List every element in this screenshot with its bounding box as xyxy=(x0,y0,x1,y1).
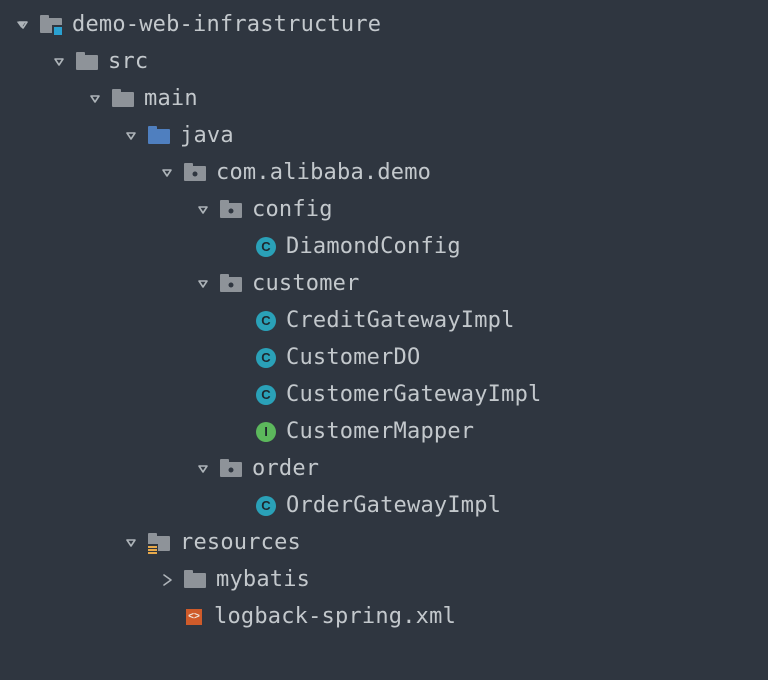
tree-row-class[interactable]: C CustomerGatewayImpl xyxy=(0,376,768,413)
tree-label: resources xyxy=(180,530,301,555)
tree-row-interface[interactable]: I CustomerMapper xyxy=(0,413,768,450)
tree-label: logback-spring.xml xyxy=(214,604,456,629)
chevron-right-icon[interactable] xyxy=(156,569,178,591)
class-icon: C xyxy=(256,237,276,257)
chevron-down-icon[interactable] xyxy=(12,14,34,36)
tree-label: CreditGatewayImpl xyxy=(286,308,515,333)
tree-label: mybatis xyxy=(216,567,310,592)
tree-row-mybatis[interactable]: mybatis xyxy=(0,561,768,598)
tree-label: customer xyxy=(252,271,360,296)
tree-row-root[interactable]: demo-web-infrastructure xyxy=(0,6,768,43)
tree-label: CustomerMapper xyxy=(286,419,474,444)
tree-row-src[interactable]: src xyxy=(0,43,768,80)
tree-row-order[interactable]: order xyxy=(0,450,768,487)
tree-label: config xyxy=(252,197,333,222)
package-icon xyxy=(220,200,242,219)
tree-row-package-root[interactable]: com.alibaba.demo xyxy=(0,154,768,191)
class-icon: C xyxy=(256,496,276,516)
xml-file-icon: <> xyxy=(184,607,204,627)
folder-icon xyxy=(112,89,134,108)
tree-row-main[interactable]: main xyxy=(0,80,768,117)
class-icon: C xyxy=(256,348,276,368)
tree-label: order xyxy=(252,456,319,481)
interface-icon: I xyxy=(256,422,276,442)
tree-row-class[interactable]: C OrderGatewayImpl xyxy=(0,487,768,524)
chevron-down-icon[interactable] xyxy=(84,88,106,110)
tree-row-class[interactable]: C DiamondConfig xyxy=(0,228,768,265)
tree-label: OrderGatewayImpl xyxy=(286,493,501,518)
chevron-down-icon[interactable] xyxy=(192,458,214,480)
tree-label: src xyxy=(108,49,148,74)
tree-label: CustomerGatewayImpl xyxy=(286,382,541,407)
tree-row-java[interactable]: java xyxy=(0,117,768,154)
tree-label: com.alibaba.demo xyxy=(216,160,431,185)
chevron-down-icon[interactable] xyxy=(120,125,142,147)
chevron-down-icon[interactable] xyxy=(192,273,214,295)
tree-row-file[interactable]: <> logback-spring.xml xyxy=(0,598,768,635)
tree-row-customer[interactable]: customer xyxy=(0,265,768,302)
tree-label: main xyxy=(144,86,198,111)
tree-row-config[interactable]: config xyxy=(0,191,768,228)
tree-label: java xyxy=(180,123,234,148)
package-icon xyxy=(220,274,242,293)
module-folder-icon xyxy=(40,15,62,34)
folder-icon xyxy=(184,570,206,589)
chevron-down-icon[interactable] xyxy=(48,51,70,73)
resources-folder-icon xyxy=(148,533,170,552)
package-icon xyxy=(184,163,206,182)
tree-label: CustomerDO xyxy=(286,345,420,370)
chevron-down-icon[interactable] xyxy=(192,199,214,221)
class-icon: C xyxy=(256,385,276,405)
folder-icon xyxy=(76,52,98,71)
class-icon: C xyxy=(256,311,276,331)
package-icon xyxy=(220,459,242,478)
tree-label: DiamondConfig xyxy=(286,234,461,259)
project-tree: demo-web-infrastructure src main java xyxy=(0,0,768,635)
tree-row-class[interactable]: C CreditGatewayImpl xyxy=(0,302,768,339)
source-folder-icon xyxy=(148,126,170,145)
tree-row-resources[interactable]: resources xyxy=(0,524,768,561)
tree-row-class[interactable]: C CustomerDO xyxy=(0,339,768,376)
chevron-down-icon[interactable] xyxy=(120,532,142,554)
tree-label: demo-web-infrastructure xyxy=(72,12,381,37)
chevron-down-icon[interactable] xyxy=(156,162,178,184)
